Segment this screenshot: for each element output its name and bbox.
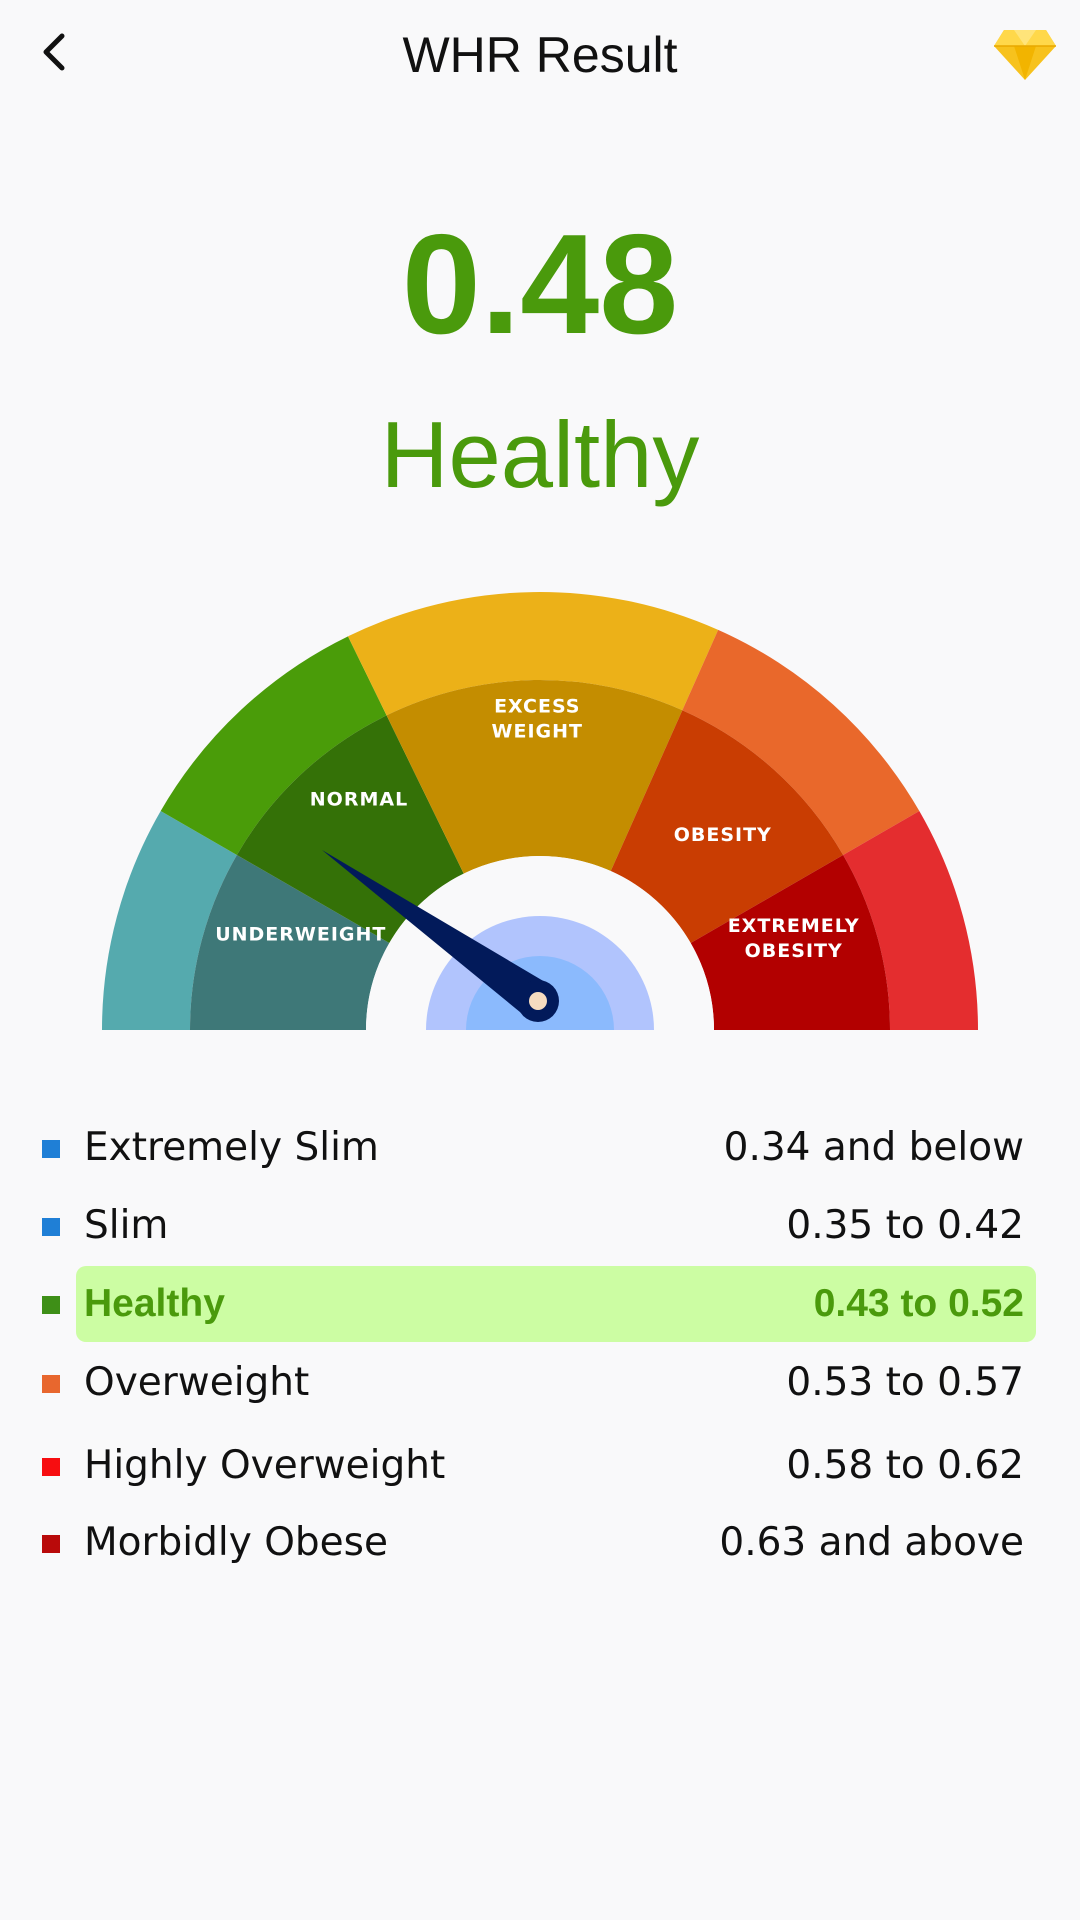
legend-category-name: Overweight (84, 1360, 310, 1405)
app-header: WHR Result (0, 0, 1080, 110)
whr-status: Healthy (380, 402, 700, 507)
legend-row: Extremely Slim 0.34 and below (42, 1110, 1036, 1186)
legend-category-name: Highly Overweight (84, 1443, 446, 1488)
legend-category-range: 0.35 to 0.42 (786, 1203, 1024, 1248)
legend-category-range: 0.63 and above (719, 1520, 1024, 1565)
legend-row: Slim 0.35 to 0.42 (42, 1188, 1036, 1264)
gauge-label: WEIGHT (492, 721, 583, 743)
gauge-label: OBESITY (674, 824, 772, 846)
legend-category-range: 0.43 to 0.52 (813, 1282, 1024, 1325)
legend-swatch (42, 1458, 60, 1476)
legend-category-range: 0.58 to 0.62 (786, 1443, 1024, 1488)
whr-gauge: UNDERWEIGHT NORMAL EXCESS WEIGHT OBESITY EXTR… (102, 592, 978, 1030)
legend-category-range: 0.34 and below (723, 1125, 1024, 1170)
legend-swatch (42, 1375, 60, 1393)
legend-swatch (42, 1218, 60, 1236)
premium-button[interactable] (992, 26, 1058, 84)
page-title: WHR Result (402, 27, 678, 83)
gauge-needle-pin (529, 992, 547, 1010)
legend-swatch (42, 1535, 60, 1553)
legend-row: Overweight 0.53 to 0.57 (42, 1345, 1036, 1421)
legend-swatch (42, 1140, 60, 1158)
legend-category-name: Slim (84, 1203, 169, 1248)
legend-row: Morbidly Obese 0.63 and above (42, 1505, 1036, 1581)
legend-category-name: Morbidly Obese (84, 1520, 388, 1565)
gauge-label: EXCESS (494, 696, 580, 718)
legend-swatch (42, 1296, 60, 1314)
gauge-label: EXTREMELY (728, 915, 860, 937)
diamond-icon (994, 30, 1056, 80)
gauge-label: NORMAL (310, 788, 408, 810)
legend-category-name: Extremely Slim (84, 1125, 379, 1170)
legend-row: Highly Overweight 0.58 to 0.62 (42, 1428, 1036, 1504)
gauge-label: UNDERWEIGHT (215, 923, 386, 945)
legend-row: Healthy 0.43 to 0.52 (42, 1266, 1036, 1342)
whr-result-screen: WHR Result 0.48 Healthy UNDERWEIGHT NORMA… (0, 0, 1080, 1920)
legend-category-range: 0.53 to 0.57 (786, 1360, 1024, 1405)
gauge-label: OBESITY (745, 940, 843, 962)
legend-category-name: Healthy (84, 1282, 225, 1325)
whr-value: 0.48 (401, 205, 679, 364)
